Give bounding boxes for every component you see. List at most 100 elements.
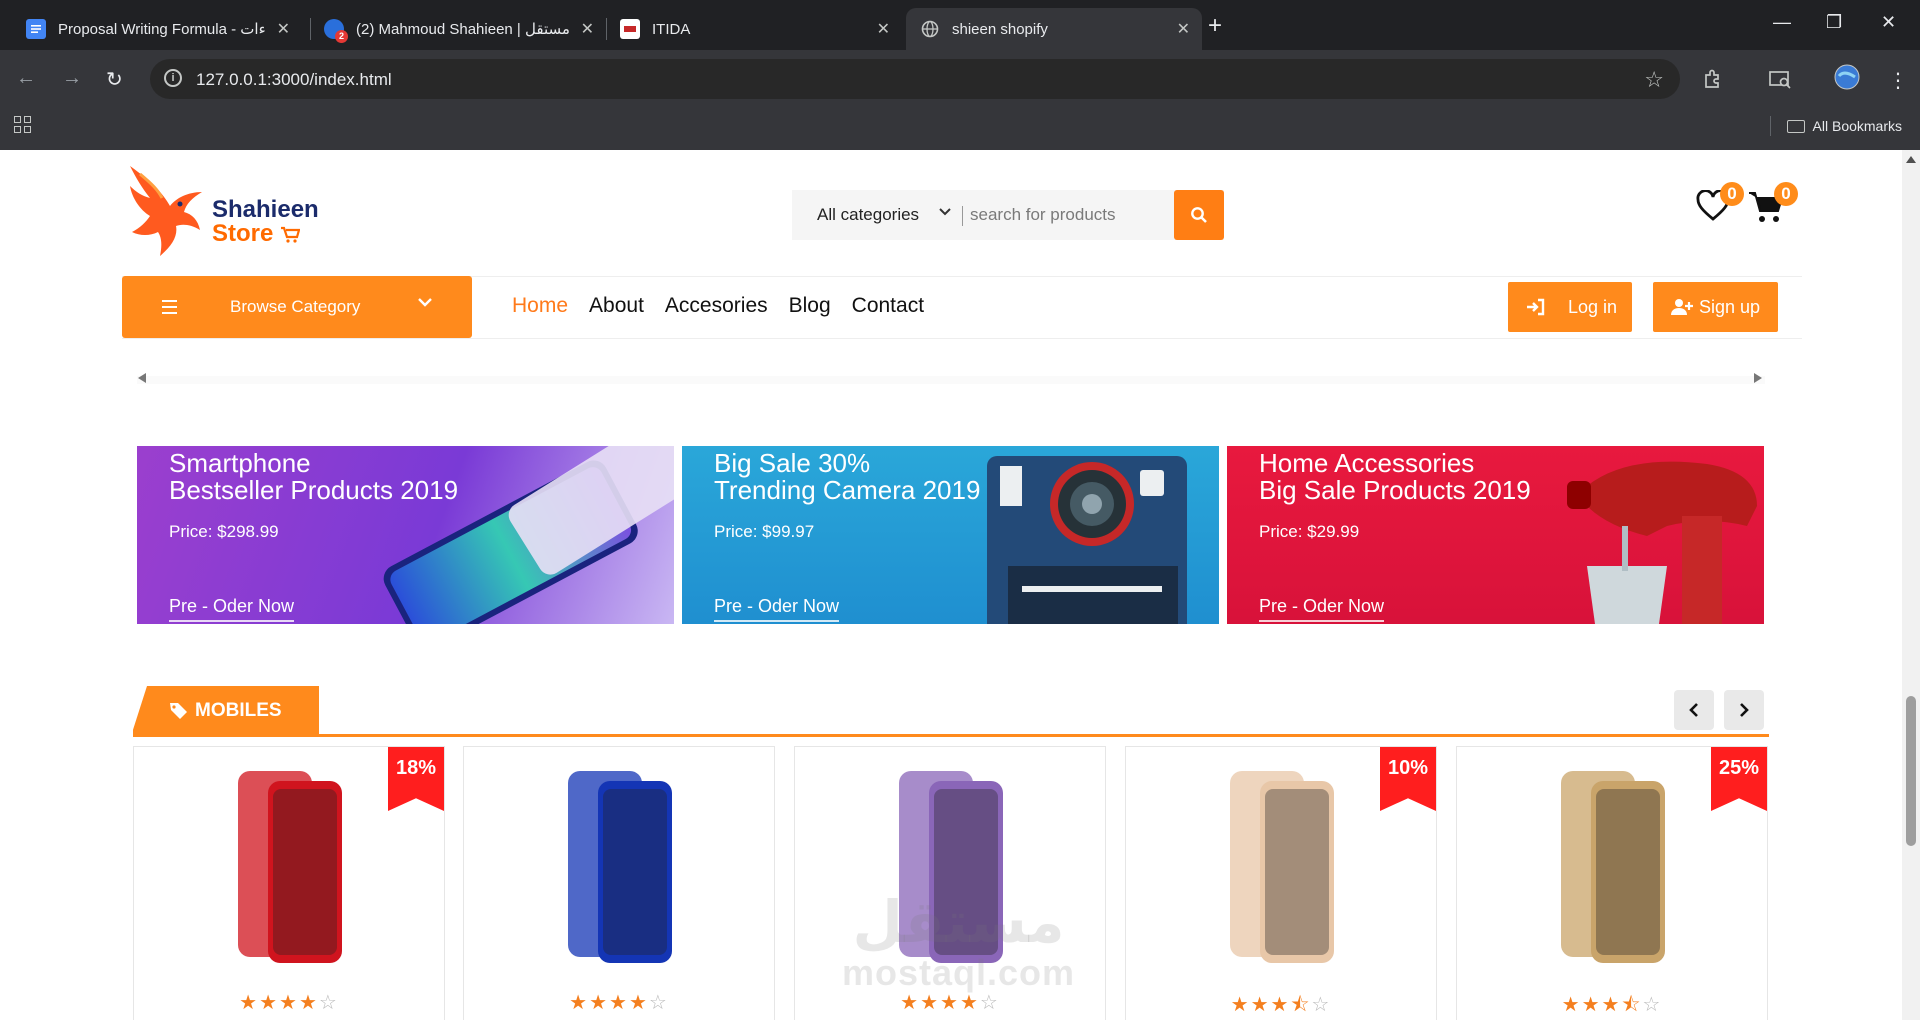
discount-ribbon: 25% [1711, 747, 1767, 811]
star-icon: ★ [900, 992, 921, 1014]
rating-stars: ★★★★☆ [134, 990, 444, 1015]
banner-title: Home Accessories Big Sale Products 2019 [1259, 448, 1531, 505]
browser-tab-docs[interactable]: Proposal Writing Formula - ءات ✕ [12, 8, 302, 50]
logo-line-1: Shahieen [212, 196, 319, 223]
banner-preorder-link[interactable]: Pre - Oder Now [1259, 596, 1385, 622]
main-menu: Home About Accesories Blog Contact [512, 294, 924, 318]
browse-category-label: Browse Category [230, 297, 361, 316]
eagle-logo-icon [130, 166, 202, 256]
page-viewport: Shahieen Store All categories 0 0 Browse… [0, 150, 1920, 1020]
search-button[interactable] [1174, 190, 1224, 240]
profile-avatar[interactable] [1834, 64, 1860, 96]
page-scrollbar[interactable] [1902, 150, 1920, 1020]
site-logo[interactable]: Shahieen Store [122, 162, 342, 262]
rating-stars: ★★★★☆ [464, 990, 774, 1015]
nav-item-blog[interactable]: Blog [789, 294, 831, 318]
hamburger-icon [162, 300, 177, 318]
close-icon[interactable]: ✕ [877, 19, 890, 39]
wishlist-button[interactable]: 0 [1696, 182, 1744, 227]
new-tab-icon[interactable]: + [1208, 12, 1222, 40]
reload-icon[interactable]: ↻ [106, 67, 123, 92]
wishlist-count-badge: 0 [1720, 182, 1744, 206]
tab-title: ITIDA [652, 20, 691, 38]
extensions-icon[interactable] [1702, 68, 1724, 96]
all-bookmarks-button[interactable]: All Bookmarks [1769, 116, 1902, 136]
product-card[interactable]: 18% ★★★★☆ [133, 746, 445, 1020]
star-icon: ☆ [979, 992, 1000, 1014]
forward-icon[interactable]: → [62, 67, 82, 90]
section-underline [133, 734, 1769, 737]
star-icon: ★ [628, 992, 649, 1014]
bookmark-star-icon[interactable]: ☆ [1644, 67, 1664, 93]
star-icon: ★ [239, 992, 260, 1014]
browser-tab-itida[interactable]: ITIDA ✕ [606, 8, 902, 50]
chevron-down-icon [416, 293, 434, 317]
slider-next-icon[interactable] [1754, 373, 1762, 383]
notification-badge: 2 [335, 30, 348, 43]
discount-ribbon: 18% [388, 747, 444, 811]
site-info-icon[interactable]: i [164, 69, 182, 87]
banner-preorder-link[interactable]: Pre - Oder Now [169, 596, 295, 622]
banner-camera[interactable]: Big Sale 30% Trending Camera 2019 Price: … [682, 446, 1219, 624]
nav-item-accesories[interactable]: Accesories [665, 294, 768, 318]
nav-item-contact[interactable]: Contact [852, 294, 924, 318]
window-close-icon[interactable]: ✕ [1881, 12, 1896, 33]
close-icon[interactable]: ✕ [581, 19, 594, 39]
star-icon: ★ [569, 992, 590, 1014]
scroll-up-icon[interactable] [1906, 156, 1916, 163]
product-card[interactable]: 10% ★★★⯪☆ [1125, 746, 1437, 1020]
chevron-down-icon[interactable] [938, 204, 952, 221]
category-select[interactable]: All categories [817, 205, 919, 225]
product-image[interactable] [550, 767, 690, 967]
scrollbar-thumb[interactable] [1906, 696, 1916, 846]
browser-tab-shopify[interactable]: shieen shopify ✕ [906, 8, 1202, 50]
product-card[interactable]: ★★★★☆ [463, 746, 775, 1020]
carousel-prev-button[interactable] [1674, 690, 1714, 730]
star-icon: ★ [259, 992, 280, 1014]
banner-preorder-link[interactable]: Pre - Oder Now [714, 596, 840, 622]
cart-button[interactable]: 0 [1748, 182, 1798, 229]
star-icon: ☆ [648, 992, 669, 1014]
banner-price: Price: $99.97 [714, 522, 815, 541]
product-card[interactable]: 25% ★★★⯪☆ [1456, 746, 1768, 1020]
slider-prev-icon[interactable] [138, 373, 146, 383]
address-bar[interactable]: i 127.0.0.1:3000/index.html ☆ [150, 59, 1680, 99]
banner-title: Big Sale 30% Trending Camera 2019 [714, 448, 981, 505]
cast-search-icon[interactable] [1768, 68, 1792, 96]
search-input[interactable] [970, 202, 1150, 228]
star-icon: ★ [1270, 994, 1291, 1016]
product-image[interactable] [220, 767, 360, 967]
mostaql-icon: 2 [324, 19, 348, 43]
star-icon: ★ [920, 992, 941, 1014]
star-icon: ☆ [318, 992, 339, 1014]
bookmarks-bar [0, 108, 1920, 150]
restore-icon[interactable]: ❐ [1826, 12, 1842, 33]
section-title-mobiles: MOBILES [131, 686, 319, 736]
google-docs-icon [26, 19, 46, 39]
discount-ribbon: 10% [1380, 747, 1436, 811]
close-icon[interactable]: ✕ [1177, 19, 1190, 39]
banner-smartphone[interactable]: Smartphone Bestseller Products 2019 Price… [137, 446, 674, 624]
star-icon: ★ [940, 992, 960, 1014]
apps-grid-icon[interactable] [14, 116, 31, 133]
star-icon: ★ [1250, 994, 1271, 1016]
nav-item-home[interactable]: Home [512, 294, 568, 318]
product-image[interactable] [1543, 767, 1683, 967]
login-button[interactable]: Log in [1508, 282, 1632, 332]
signup-button[interactable]: Sign up [1653, 282, 1778, 332]
close-icon[interactable]: ✕ [277, 19, 290, 39]
menu-kebab-icon[interactable]: ⋮ [1888, 68, 1908, 93]
browse-category-button[interactable]: Browse Category [122, 276, 472, 338]
chevron-left-icon [1689, 703, 1698, 717]
carousel-next-button[interactable] [1724, 690, 1764, 730]
nav-item-about[interactable]: About [589, 294, 644, 318]
back-icon[interactable]: ← [16, 67, 36, 90]
minimize-icon[interactable]: — [1773, 12, 1791, 33]
search-icon [1191, 207, 1207, 223]
banner-home-accessories[interactable]: Home Accessories Big Sale Products 2019 P… [1227, 446, 1764, 624]
browser-tab-mostaql[interactable]: 2 (2) Mahmoud Shahieen | مستقل ✕ [310, 8, 606, 50]
star-icon: ★ [609, 992, 629, 1014]
hero-slider-track [137, 376, 1765, 384]
url-text[interactable]: 127.0.0.1:3000/index.html [196, 70, 392, 90]
product-image[interactable] [1212, 767, 1352, 967]
